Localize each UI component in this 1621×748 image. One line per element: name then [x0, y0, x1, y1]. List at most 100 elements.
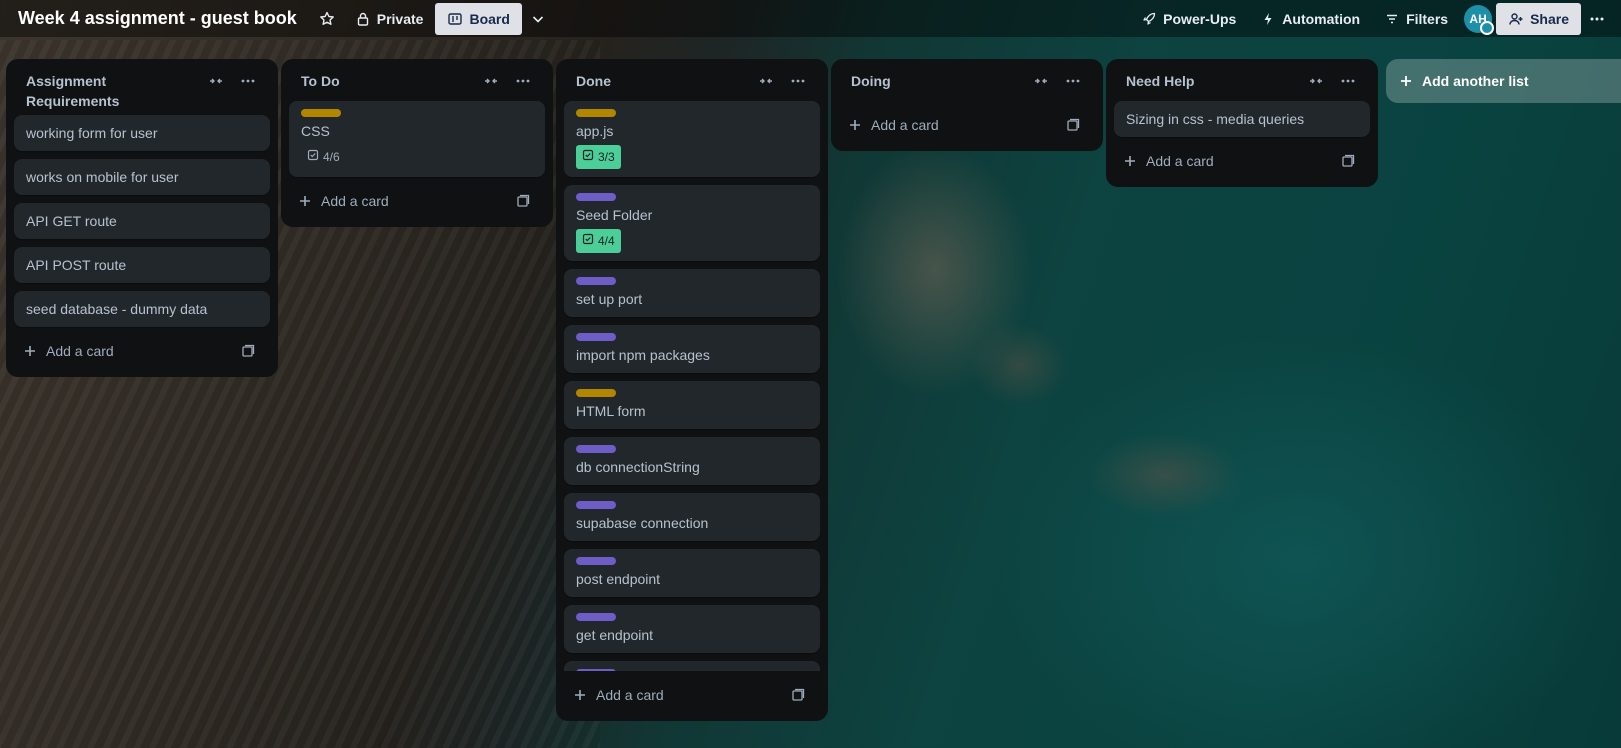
card[interactable]: API GET route — [14, 203, 270, 239]
add-card-label: Add a card — [871, 117, 939, 133]
add-list-button[interactable]: Add another list — [1386, 59, 1621, 103]
checklist-icon — [582, 147, 594, 167]
card[interactable]: API POST route — [14, 247, 270, 283]
star-button[interactable] — [311, 3, 343, 35]
card-label[interactable] — [576, 109, 616, 117]
list-title[interactable]: Doing — [851, 69, 1027, 91]
card-title: seed database - dummy data — [26, 301, 208, 317]
add-card-label: Add a card — [321, 193, 389, 209]
automation-button[interactable]: Automation — [1248, 3, 1372, 35]
share-button[interactable]: Share — [1496, 2, 1581, 35]
list-title[interactable]: Assignment Requirements — [26, 69, 202, 111]
list-4: Need Help Sizing in css - media queries Ad… — [1106, 59, 1378, 187]
plus-icon — [1122, 153, 1138, 169]
board-menu-button[interactable] — [1581, 3, 1613, 35]
card-title: CSS — [301, 123, 330, 139]
add-card-button[interactable]: Add a card — [564, 677, 820, 713]
add-card-button[interactable]: Add a card — [1114, 143, 1370, 179]
card-list: CSS 4/6 — [289, 101, 545, 177]
card[interactable]: import npm packages — [564, 325, 820, 373]
filter-icon — [1387, 14, 1398, 23]
list-header: Assignment Requirements — [14, 59, 270, 115]
list-0: Assignment Requirements working form for … — [6, 59, 278, 377]
list-menu-icon[interactable] — [1059, 69, 1087, 93]
add-card-label: Add a card — [46, 343, 114, 359]
collapse-list-icon[interactable] — [202, 69, 230, 93]
add-card-button[interactable]: Add a card — [289, 183, 545, 219]
card[interactable]: get endpoint — [564, 605, 820, 653]
card-title: app.js — [576, 123, 614, 139]
card-label[interactable] — [301, 109, 341, 117]
checklist-icon — [307, 147, 319, 167]
plus-icon — [847, 117, 863, 133]
card-label[interactable] — [576, 669, 616, 671]
chevron-down-icon — [532, 15, 543, 23]
board-view-button[interactable]: Board — [435, 2, 522, 35]
card[interactable]: set up port — [564, 269, 820, 317]
view-switcher-button[interactable] — [522, 3, 554, 35]
create-from-template-icon[interactable] — [1334, 149, 1362, 173]
card[interactable]: app.js 3/3 — [564, 101, 820, 177]
create-from-template-icon[interactable] — [1059, 113, 1087, 137]
create-from-template-icon[interactable] — [509, 189, 537, 213]
card[interactable]: working form for user — [14, 115, 270, 151]
card[interactable]: Sizing in css - media queries — [1114, 101, 1370, 137]
card[interactable]: HTML form — [564, 381, 820, 429]
list-title[interactable]: To Do — [301, 69, 477, 91]
avatar[interactable]: AH — [1464, 4, 1495, 35]
list-header: Need Help — [1114, 59, 1370, 101]
collapse-list-icon[interactable] — [1027, 69, 1055, 93]
list-title[interactable]: Done — [576, 69, 752, 91]
checklist-count: 4/6 — [323, 150, 340, 164]
card-label[interactable] — [576, 333, 616, 341]
list-title[interactable]: Need Help — [1126, 69, 1302, 91]
add-person-icon — [1509, 12, 1523, 25]
collapse-list-icon[interactable] — [477, 69, 505, 93]
checklist-badge: 4/4 — [576, 229, 621, 253]
checklist-count: 3/3 — [598, 150, 615, 164]
card-label[interactable] — [576, 613, 616, 621]
create-from-template-icon[interactable] — [234, 339, 262, 363]
card[interactable]: supabase connection — [564, 493, 820, 541]
list-menu-icon[interactable] — [784, 69, 812, 93]
collapse-list-icon[interactable] — [752, 69, 780, 93]
list-header: Done — [564, 59, 820, 101]
collapse-list-icon[interactable] — [1302, 69, 1330, 93]
list-2: Done app.js 3/3 Seed Folder 4/4 set up port im… — [556, 59, 828, 721]
create-from-template-icon[interactable] — [784, 683, 812, 707]
board-title[interactable]: Week 4 assignment - guest book — [18, 8, 297, 29]
powerups-label: Power-Ups — [1163, 10, 1237, 27]
list-menu-icon[interactable] — [234, 69, 262, 93]
add-card-button[interactable]: Add a card — [14, 333, 270, 369]
checklist-badge: 4/6 — [301, 145, 346, 169]
powerups-button[interactable]: Power-Ups — [1129, 3, 1248, 35]
card-label[interactable] — [576, 277, 616, 285]
card[interactable]: seed database - dummy data — [14, 291, 270, 327]
checklist-badge: 3/3 — [576, 145, 621, 169]
card[interactable]: CSS 4/6 — [289, 101, 545, 177]
card[interactable]: db connectionString — [564, 437, 820, 485]
list-menu-icon[interactable] — [509, 69, 537, 93]
add-card-button[interactable]: Add a card — [839, 107, 1095, 143]
card-label[interactable] — [576, 501, 616, 509]
lightning-icon — [1264, 12, 1272, 25]
card-title: import npm packages — [576, 347, 710, 363]
card[interactable]: Seed Folder 4/4 — [564, 185, 820, 261]
card[interactable]: post endpoint — [564, 549, 820, 597]
card-title: db connectionString — [576, 459, 700, 475]
card-label[interactable] — [576, 557, 616, 565]
card[interactable]: Set up Server — [564, 661, 820, 671]
card-label[interactable] — [576, 445, 616, 453]
card-title: get endpoint — [576, 627, 654, 643]
card-title: HTML form — [576, 403, 646, 419]
visibility-button[interactable]: Private — [343, 3, 436, 35]
card-label[interactable] — [576, 389, 616, 397]
card-label[interactable] — [576, 193, 616, 201]
add-card-label: Add a card — [596, 687, 664, 703]
plus-icon — [22, 343, 38, 359]
list-menu-icon[interactable] — [1334, 69, 1362, 93]
visibility-label: Private — [376, 10, 424, 27]
filters-button[interactable]: Filters — [1372, 3, 1460, 35]
list-header: To Do — [289, 59, 545, 101]
card[interactable]: works on mobile for user — [14, 159, 270, 195]
